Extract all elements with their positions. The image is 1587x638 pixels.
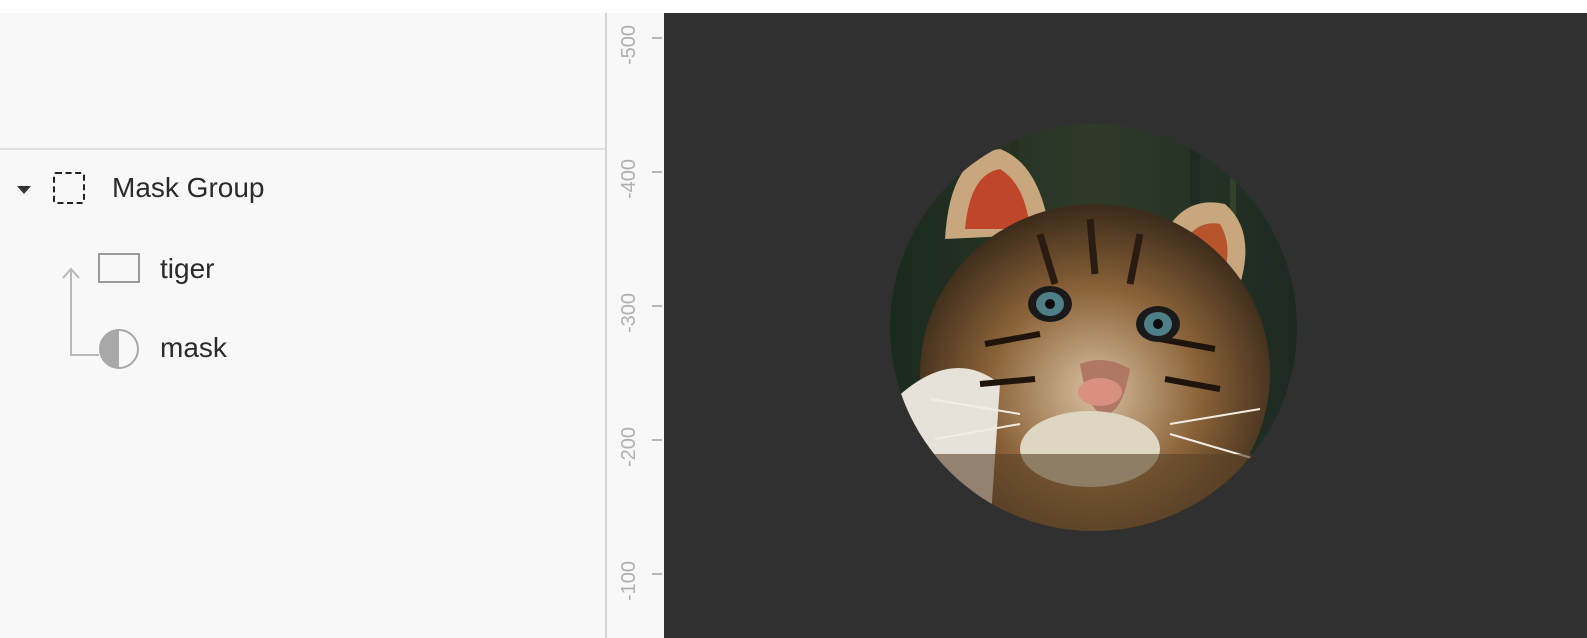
mask-circle-icon	[99, 329, 139, 369]
layer-label-mask-group: Mask Group	[112, 172, 265, 203]
ruler-label: -400	[618, 158, 640, 199]
ruler-tick	[652, 305, 662, 307]
layers-panel: Mask Group tiger mask	[0, 13, 605, 638]
ruler-label: -100	[618, 560, 640, 601]
layer-row-tiger[interactable]: tiger	[0, 249, 605, 293]
ruler-label: -500	[618, 24, 640, 65]
caret-down-icon[interactable]	[17, 186, 31, 194]
ruler-tick	[652, 171, 662, 173]
vertical-ruler: -500 -400 -300 -200 -100	[605, 13, 664, 638]
ruler-label: -200	[618, 426, 640, 467]
panel-divider	[0, 148, 605, 150]
ruler-tick	[652, 573, 662, 575]
design-canvas[interactable]	[664, 13, 1587, 638]
ruler-label: -300	[618, 292, 640, 333]
dashed-square-icon	[53, 172, 85, 204]
layer-row-mask[interactable]: mask	[0, 328, 605, 372]
layer-label-tiger: tiger	[160, 253, 215, 284]
rectangle-icon	[98, 253, 140, 283]
layer-row-mask-group[interactable]: Mask Group	[0, 168, 605, 212]
ruler-tick	[652, 439, 662, 441]
layer-label-mask: mask	[160, 332, 227, 363]
ruler-tick	[652, 37, 662, 39]
masked-tiger-image[interactable]	[890, 124, 1297, 531]
